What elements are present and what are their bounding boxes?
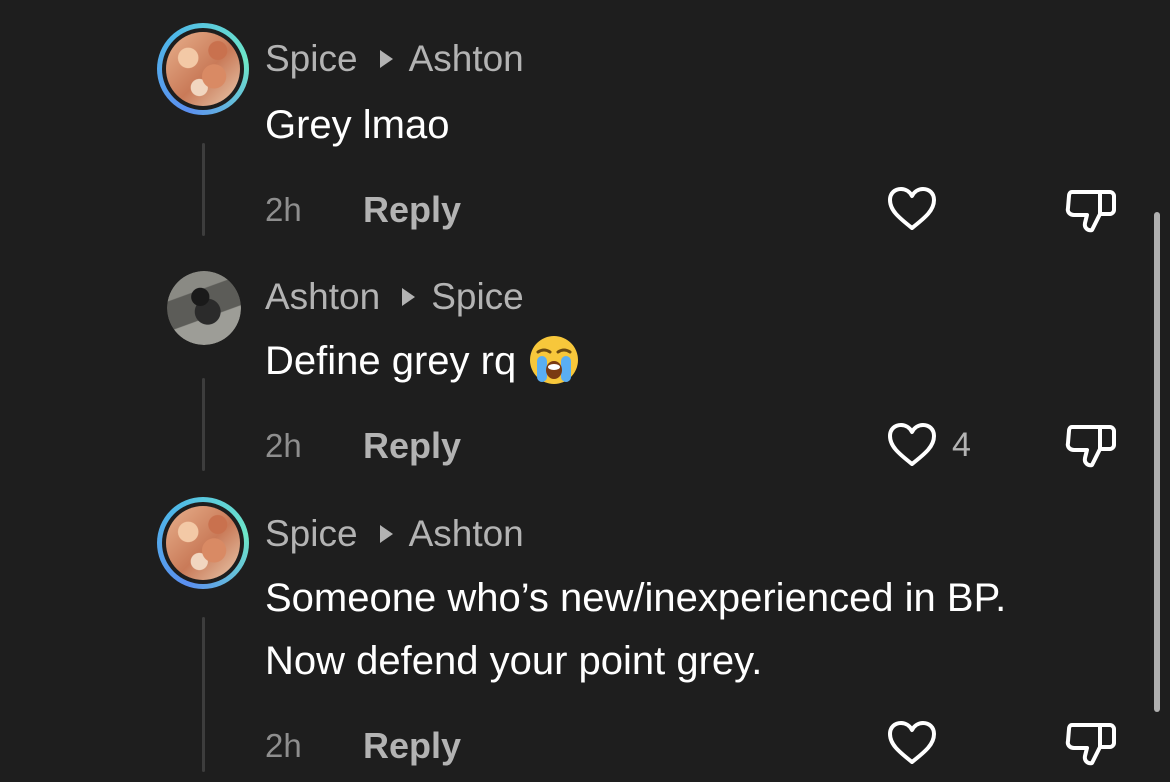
author-name[interactable]: Ashton (265, 276, 380, 318)
reply-button[interactable]: Reply (363, 725, 461, 767)
reply-to-name[interactable]: Ashton (409, 38, 524, 80)
like-button[interactable] (886, 720, 938, 766)
play-arrow-icon (379, 50, 393, 68)
play-arrow-icon (379, 525, 393, 543)
dislike-button[interactable] (1064, 186, 1118, 241)
comment-line: Grey lmao (265, 103, 450, 147)
author-line: Spice Ashton (265, 38, 524, 80)
timestamp: 2h (265, 727, 302, 764)
comment-thread: Spice Ashton Grey lmao 2h Reply Ashton S… (0, 0, 1170, 782)
reply-button[interactable]: Reply (363, 189, 461, 231)
thread-line (202, 617, 205, 772)
reply-button[interactable]: Reply (363, 425, 461, 467)
thumbs-down-outline-icon (1065, 723, 1116, 766)
like-button[interactable]: 4 (886, 422, 971, 468)
thumbs-down-outline-icon (1065, 190, 1116, 233)
author-line: Spice Ashton (265, 513, 524, 555)
comment-text: Grey lmao (265, 94, 450, 157)
comment-meta: 2h Reply (265, 725, 461, 767)
avatar[interactable] (167, 271, 241, 345)
scrollbar[interactable] (1154, 212, 1160, 712)
comment-text: Define grey rq (265, 330, 580, 393)
author-name[interactable]: Spice (265, 38, 358, 80)
dislike-button[interactable] (1064, 421, 1118, 476)
comment-line: Now defend your point grey. (265, 639, 763, 683)
timestamp: 2h (265, 427, 302, 464)
like-button[interactable] (886, 186, 938, 232)
avatar[interactable] (157, 497, 249, 589)
thumbs-down-outline-icon (1065, 425, 1116, 468)
loudly-crying-face-icon (530, 336, 579, 384)
dislike-button[interactable] (1064, 719, 1118, 774)
heart-outline-icon (888, 423, 936, 466)
thread-line (202, 378, 205, 471)
author-line: Ashton Spice (265, 276, 524, 318)
heart-outline-icon (888, 187, 936, 230)
comment-line: Define grey rq (265, 339, 517, 383)
play-arrow-icon (402, 288, 416, 306)
timestamp: 2h (265, 191, 302, 228)
avatar[interactable] (157, 23, 249, 115)
comment-line: Someone who’s new/inexperienced in BP. (265, 576, 1007, 620)
thread-line (202, 143, 205, 236)
reply-to-name[interactable]: Spice (431, 276, 524, 318)
like-count: 4 (952, 425, 971, 464)
heart-outline-icon (888, 721, 936, 764)
comment-meta: 2h Reply (265, 425, 461, 467)
comment-text: Someone who’s new/inexperienced in BP. N… (265, 567, 1006, 693)
author-name[interactable]: Spice (265, 513, 358, 555)
comment-meta: 2h Reply (265, 189, 461, 231)
reply-to-name[interactable]: Ashton (409, 513, 524, 555)
